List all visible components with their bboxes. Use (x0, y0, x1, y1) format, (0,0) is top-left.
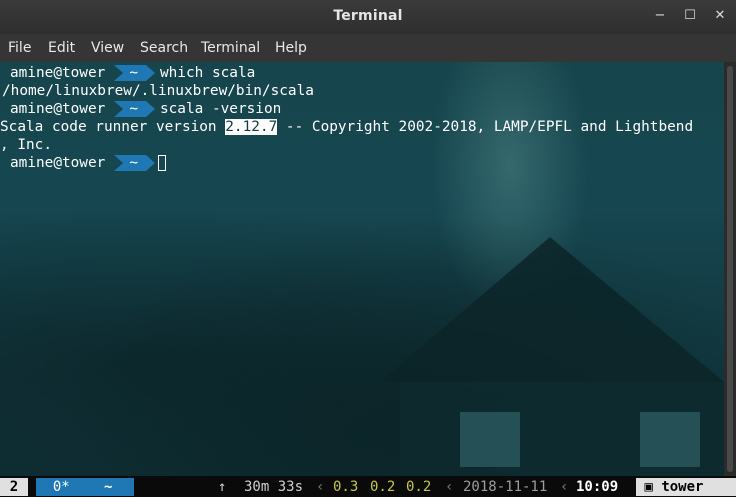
close-icon[interactable]: ✕ (713, 9, 727, 23)
prompt-dir: ~ (114, 65, 155, 81)
title-bar: Terminal − ☐ ✕ (0, 0, 736, 34)
minimize-icon[interactable]: − (653, 9, 667, 23)
menu-help[interactable]: Help (275, 40, 307, 56)
window-label: 0* (52, 479, 70, 495)
lock-icon: ▣ (644, 479, 653, 495)
hostname: tower (661, 479, 704, 495)
scrollbar-thumb[interactable] (727, 66, 733, 472)
prompt-host: amine@tower (10, 155, 106, 171)
terminal-line-2: /home/linuxbrew/.linuxbrew/bin/scala (2, 82, 314, 100)
status-host: ▣ tower (636, 478, 736, 496)
menu-terminal[interactable]: Terminal (201, 40, 260, 56)
separator-icon: ‹ (316, 479, 325, 495)
load-average-2: 0.2 (370, 479, 396, 495)
terminal-line-6: amine@tower ~ (2, 154, 166, 172)
status-time: 10:09 (576, 479, 619, 495)
menu-edit[interactable]: Edit (48, 40, 75, 56)
window-title: Terminal (333, 8, 403, 24)
session-number: 2 (0, 478, 28, 496)
pane-path: ~ (104, 478, 134, 496)
tmux-status-bar: 2 0* ~ ↑ 30m 33s ‹ 0.3 0.2 0.2 ‹ 2018-11… (0, 476, 736, 497)
menu-search[interactable]: Search (140, 40, 188, 56)
terminal-line-3: amine@tower ~ scala -version (2, 100, 281, 118)
load-average-1: 0.3 (333, 479, 359, 495)
prompt-dir: ~ (114, 155, 155, 171)
output-text: /home/linuxbrew/.linuxbrew/bin/scala (2, 83, 314, 99)
terminal-line-1: amine@tower ~ which scala (2, 64, 255, 82)
command-text: scala -version (159, 101, 282, 117)
window-indicator: 0* (36, 478, 104, 496)
prompt-host: amine@tower (10, 65, 106, 81)
separator-icon: ‹ (445, 479, 454, 495)
uptime-duration: 30m 33s (244, 479, 304, 495)
terminal-scrollbar[interactable] (724, 62, 736, 476)
command-text: which scala (159, 65, 256, 81)
terminal-line-5: , Inc. (0, 136, 52, 154)
background-house (380, 237, 724, 476)
terminal-view[interactable]: amine@tower ~ which scala /home/linuxbrew/… (0, 62, 724, 476)
separator-icon: ‹ (560, 479, 569, 495)
prompt-host: amine@tower (10, 101, 106, 117)
terminal-cursor (157, 155, 166, 171)
prompt-dir: ~ (114, 101, 155, 117)
terminal-line-4: Scala code runner version 2.12.7 -- Copy… (0, 118, 693, 136)
selected-version-text: 2.12.7 (225, 119, 278, 135)
menu-bar: File Edit View Search Terminal Help (0, 34, 736, 62)
menu-view[interactable]: View (91, 40, 124, 56)
output-text: -- Copyright 2002-2018, LAMP/EPFL and Li… (277, 119, 694, 135)
up-arrow-icon: ↑ (218, 479, 227, 495)
output-text: Scala code runner version (0, 119, 226, 135)
load-average-3: 0.2 (406, 479, 432, 495)
output-text: , Inc. (0, 137, 52, 153)
status-date: 2018-11-11 (463, 479, 548, 495)
menu-file[interactable]: File (8, 40, 31, 56)
pane-path-label: ~ (104, 479, 113, 495)
maximize-icon[interactable]: ☐ (683, 9, 697, 23)
